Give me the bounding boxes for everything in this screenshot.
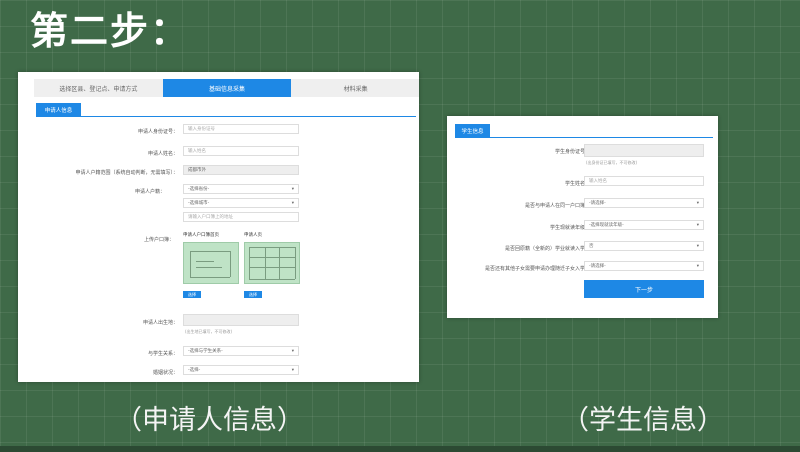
other-children-select[interactable]: -请选择- ▾ <box>584 261 704 271</box>
choose-button-2[interactable]: 选择 <box>244 291 262 298</box>
applicant-form-screenshot: 选择区县、登记点、申请方式 基础信息采集 材料采集 申请人信息 申请人身份证号：… <box>18 72 419 382</box>
upload-label: 上传户口簿： <box>143 237 174 243</box>
student-id-hint: (出身份证已填写，不可修改) <box>586 160 638 165</box>
address-input[interactable]: 请输入户口簿上的地址 <box>183 212 299 222</box>
school-label: 是否回原籍（全新的）学业就读入学： <box>504 246 590 252</box>
region-value: 成都市外 <box>183 165 299 175</box>
city-select[interactable]: -选择城市- ▾ <box>183 198 299 208</box>
next-step-button[interactable]: 下一步 <box>584 280 704 298</box>
marital-select-value: -选择- <box>188 368 201 373</box>
applicant-page-image <box>244 242 300 284</box>
school-select[interactable]: 否 ▾ <box>584 241 704 251</box>
grade-select-value: -选择现就读年级- <box>589 223 624 228</box>
same-hukou-select-value: -请选择- <box>589 201 606 206</box>
marital-select[interactable]: -选择- ▾ <box>183 365 299 375</box>
caption-applicant-info: （申请人信息） <box>115 405 304 436</box>
board-ledge <box>0 446 800 452</box>
province-select[interactable]: -选择省份- ▾ <box>183 184 299 194</box>
grade-select[interactable]: -选择现就读年级- ▾ <box>584 220 704 230</box>
region-label: 申请人户籍范围（系统自动判断，无需填写）： <box>75 170 178 176</box>
province-select-value: -选择省份- <box>188 187 210 192</box>
same-hukou-select[interactable]: -请选择- ▾ <box>584 198 704 208</box>
chevron-down-icon: ▾ <box>291 367 294 373</box>
upload-img1-title: 申请人户口簿首页 <box>183 233 219 238</box>
chevron-down-icon: ▾ <box>696 200 699 206</box>
birth-input <box>183 314 299 326</box>
birth-label: 申请人出生地： <box>142 320 178 326</box>
tab-select-district[interactable]: 选择区县、登记点、申请方式 <box>34 79 163 97</box>
same-hukou-label: 是否与申请人在同一户口簿： <box>524 203 590 209</box>
tab-materials[interactable]: 材料采集 <box>291 79 419 97</box>
section-divider <box>455 137 713 138</box>
chevron-down-icon: ▾ <box>291 200 294 206</box>
marital-label: 婚姻状况： <box>152 370 178 376</box>
hukou-first-page-image <box>183 242 239 284</box>
other-children-select-value: -请选择- <box>589 264 606 269</box>
applicant-id-input[interactable]: 输入身份证号 <box>183 124 299 134</box>
chevron-down-icon: ▾ <box>696 243 699 249</box>
step-title: 第二步： <box>30 9 191 53</box>
tab-basic-info[interactable]: 基础信息采集 <box>162 79 292 97</box>
chevron-down-icon: ▾ <box>291 348 294 354</box>
choose-button-1[interactable]: 选择 <box>183 291 201 298</box>
student-form-screenshot: 学生信息 学生身份证号： (出身份证已填写，不可修改) 学生姓名： 输入姓名 是… <box>447 116 718 318</box>
city-select-value: -选择城市- <box>188 201 210 206</box>
applicant-name-label: 申请人姓名： <box>147 151 178 157</box>
relation-label: 与学生关系： <box>147 351 178 357</box>
relation-select[interactable]: -选择与学生关系- ▾ <box>183 346 299 356</box>
upload-img2-title: 申请人页 <box>244 233 262 238</box>
school-select-value: 否 <box>589 244 594 249</box>
hukou-label: 申请人户籍： <box>134 189 165 195</box>
student-name-input[interactable]: 输入姓名 <box>584 176 704 186</box>
section-divider <box>36 116 416 117</box>
chevron-down-icon: ▾ <box>696 263 699 269</box>
section-title-student: 学生信息 <box>455 124 490 137</box>
student-id-input <box>584 144 704 157</box>
applicant-name-input[interactable]: 输入姓名 <box>183 146 299 156</box>
relation-select-value: -选择与学生关系- <box>188 349 223 354</box>
section-title-applicant: 申请人信息 <box>36 103 81 116</box>
chevron-down-icon: ▾ <box>291 186 294 192</box>
birth-hint: (出生地已填写，不可修改) <box>185 329 233 334</box>
step-tabs: 选择区县、登记点、申请方式 基础信息采集 材料采集 <box>34 79 419 97</box>
caption-student-info: （学生信息） <box>562 405 724 436</box>
applicant-id-label: 申请人身份证号： <box>137 129 178 135</box>
other-children-label: 是否还有其他子女需要申请办理随迁子女入学： <box>484 266 590 272</box>
chevron-down-icon: ▾ <box>696 222 699 228</box>
